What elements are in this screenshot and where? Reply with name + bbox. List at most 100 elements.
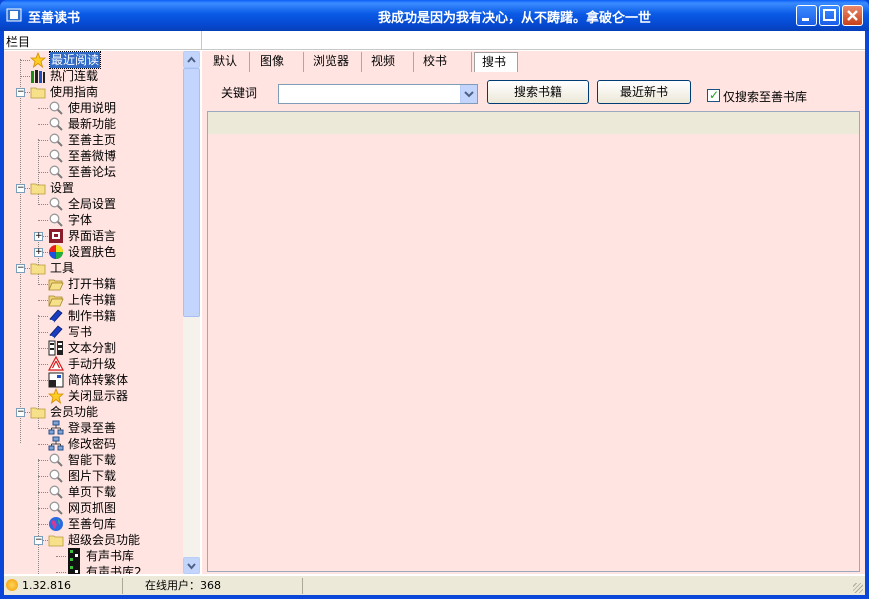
tree-item[interactable]: 手动升级 (4, 355, 183, 372)
tree-item[interactable]: 全局设置 (4, 196, 183, 212)
tree-item[interactable]: 使用说明 (4, 100, 183, 116)
combobox-dropdown-button[interactable] (460, 85, 477, 103)
category-tree[interactable]: 最近阅读 热门连载 − 使用指南 使用说明 最新功能 至善主页 至善微博 至善论坛 − 设置 全局设置… (4, 51, 183, 574)
magnifier-icon (48, 468, 64, 484)
tree-item[interactable]: 字体 (4, 212, 183, 228)
magnifier-icon (48, 100, 64, 116)
tree-item[interactable]: 有声书库 (4, 548, 183, 564)
tree-item-label: 会员功能 (50, 405, 99, 419)
recent-books-button[interactable]: 最近新书 (597, 80, 691, 104)
tree-item[interactable]: − 设置 (4, 180, 183, 196)
tree-item[interactable]: 至善主页 (4, 132, 183, 148)
tree-item[interactable]: 有声书库2 (4, 564, 183, 574)
magnifier-icon (48, 196, 64, 212)
tree-item-label: 制作书籍 (68, 309, 117, 323)
column-separator[interactable] (201, 31, 202, 50)
scroll-up-button[interactable] (183, 51, 200, 68)
tree-item[interactable]: 文本分割 (4, 340, 183, 356)
tree-item-label: 全局设置 (68, 197, 117, 211)
tree-item[interactable]: + 界面语言 (4, 228, 183, 244)
network-icon (48, 420, 64, 436)
tab-3[interactable]: 视频 (364, 52, 414, 72)
title-bar[interactable]: 至善读书 我成功是因为我有决心，从不踌躇。拿破仑一世 (0, 0, 869, 31)
tree-item-label: 打开书籍 (68, 277, 117, 291)
tree-item[interactable]: 制作书籍 (4, 308, 183, 324)
expand-icon[interactable]: + (34, 232, 43, 241)
collapse-icon[interactable]: − (16, 408, 25, 417)
tree-item-label: 最新功能 (68, 117, 117, 131)
tree-item[interactable]: 写书 (4, 324, 183, 340)
tree-item[interactable]: 打开书籍 (4, 276, 183, 292)
minimize-button[interactable] (796, 5, 817, 26)
results-header (208, 112, 859, 134)
tree-item[interactable]: 网页抓图 (4, 500, 183, 516)
tree-item[interactable]: − 会员功能 (4, 404, 183, 420)
tree-item[interactable]: 简体转繁体 (4, 372, 183, 388)
tree-item-label: 关闭显示器 (68, 389, 129, 403)
collapse-icon[interactable]: − (16, 264, 25, 273)
tree-item[interactable]: 关闭显示器 (4, 387, 183, 405)
collapse-icon[interactable]: − (16, 88, 25, 97)
tree-item-label: 单页下载 (68, 485, 117, 499)
tree-item-label: 超级会员功能 (68, 533, 141, 547)
tree-item[interactable]: 智能下载 (4, 452, 183, 468)
tree-item-label: 设置肤色 (68, 245, 117, 259)
convert-icon (48, 372, 64, 388)
tree-scrollbar[interactable] (183, 51, 200, 574)
tab-1[interactable]: 图像 (253, 52, 304, 72)
tree-connector (38, 316, 48, 317)
tree-item[interactable]: 单页下载 (4, 484, 183, 500)
status-bar: 1.32.816 在线用户：368 (4, 575, 865, 595)
tree-item-label: 简体转繁体 (68, 373, 129, 387)
tree-item[interactable]: 修改密码 (4, 436, 183, 452)
chevron-up-icon (187, 56, 196, 63)
tree-item[interactable]: 热门连载 (4, 68, 183, 84)
close-button[interactable] (842, 5, 863, 26)
tree-item-label: 网页抓图 (68, 501, 117, 515)
magnifier-icon (48, 164, 64, 180)
tree-item[interactable]: − 工具 (4, 260, 183, 276)
tree-item-label: 界面语言 (68, 229, 117, 243)
tree-connector (38, 524, 48, 525)
collapse-icon[interactable]: − (34, 536, 43, 545)
tree-item[interactable]: 至善微博 (4, 148, 183, 164)
tree-item[interactable]: + 设置肤色 (4, 244, 183, 260)
tab-4[interactable]: 校书 (416, 52, 472, 72)
tab-2[interactable]: 浏览器 (306, 52, 362, 72)
search-books-button[interactable]: 搜索书籍 (487, 80, 589, 104)
tree-item[interactable]: − 使用指南 (4, 84, 183, 100)
scroll-thumb[interactable] (183, 68, 200, 317)
tree-item[interactable]: 至善句库 (4, 516, 183, 532)
tree-connector (38, 492, 48, 493)
collapse-icon[interactable]: − (16, 184, 25, 193)
tab-5[interactable]: 搜书 (474, 52, 518, 72)
tree-item[interactable]: 登录至善 (4, 420, 183, 436)
magnifier-icon (48, 212, 64, 228)
magnifier-icon (48, 452, 64, 468)
tree-item[interactable]: 最近阅读 (4, 51, 183, 69)
scroll-down-button[interactable] (183, 557, 200, 574)
only-zhishan-label[interactable]: 仅搜索至善书库 (723, 88, 807, 105)
tree-item-label: 至善论坛 (68, 165, 117, 179)
version-text: 1.32.816 (22, 579, 71, 592)
color-wheel-icon (48, 244, 64, 260)
expand-icon[interactable]: + (34, 248, 43, 257)
resize-grip-icon[interactable] (853, 583, 863, 593)
folder-icon (30, 260, 46, 276)
open-folder-icon (48, 276, 64, 292)
keyword-label: 关键词 (221, 86, 258, 100)
maximize-button[interactable] (819, 5, 840, 26)
keyword-combobox[interactable] (278, 84, 478, 104)
tree-item-label: 工具 (50, 261, 75, 275)
only-zhishan-checkbox[interactable]: ✓ (707, 88, 720, 102)
network-icon (48, 436, 64, 452)
tree-item[interactable]: 最新功能 (4, 116, 183, 132)
tree-item[interactable]: 图片下载 (4, 468, 183, 484)
tree-item-label: 有声书库 (86, 549, 135, 563)
tab-0[interactable]: 默认 (206, 52, 250, 72)
tree-connector (38, 332, 48, 333)
tree-item[interactable]: 上传书籍 (4, 292, 183, 308)
results-list[interactable] (207, 111, 860, 572)
tree-item[interactable]: 至善论坛 (4, 164, 183, 180)
tree-item[interactable]: − 超级会员功能 (4, 532, 183, 548)
